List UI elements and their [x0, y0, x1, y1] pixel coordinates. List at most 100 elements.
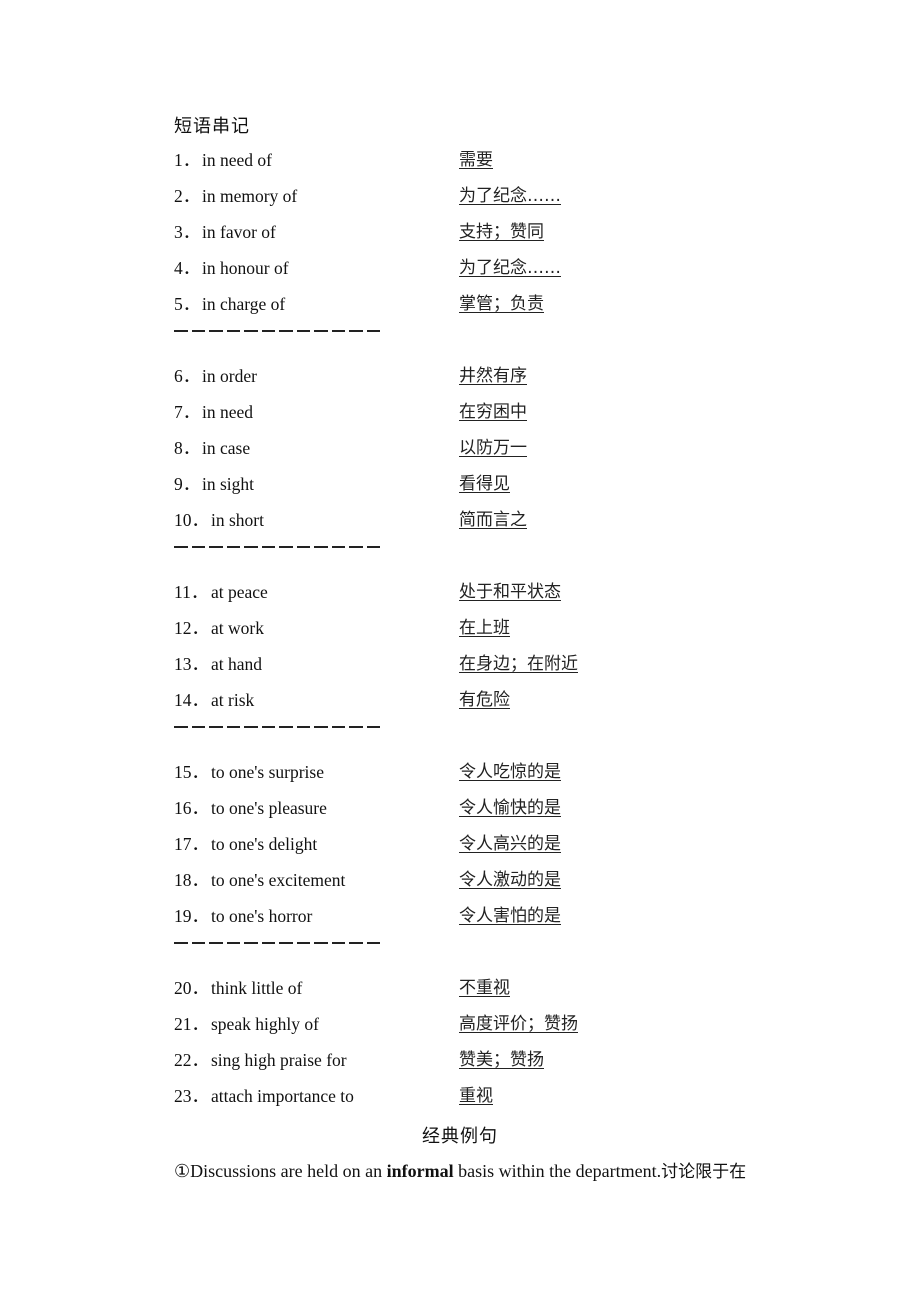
phrase-chinese-answer: 不重视 — [459, 978, 510, 998]
separator-dash — [314, 330, 328, 332]
phrase-row: 22． sing high praise for 赞美；赞扬 — [174, 1048, 774, 1072]
separator-dash — [366, 942, 380, 944]
phrase-row: 23． attach importance to 重视 — [174, 1084, 774, 1108]
separator-dash — [174, 330, 188, 332]
separator-dash — [191, 546, 205, 548]
phrase-number: 9． — [174, 474, 201, 494]
phrase-row: 8． in case 以防万一 — [174, 436, 774, 460]
phrase-english: in honour of — [202, 258, 289, 278]
separator-dash — [314, 942, 328, 944]
separator-dash — [314, 726, 328, 728]
phrase-row: 14． at risk 有危险 — [174, 688, 774, 712]
separator-dash — [331, 726, 345, 728]
phrase-row: 16． to one's pleasure 令人愉快的是 — [174, 796, 774, 820]
separator-dash — [244, 330, 258, 332]
group-separator — [174, 546, 380, 548]
phrase-chinese-answer: 高度评价；赞扬 — [459, 1014, 578, 1034]
phrase-number: 8． — [174, 438, 201, 458]
phrase-english: attach importance to — [211, 1086, 354, 1106]
separator-dash — [279, 546, 293, 548]
separator-dash — [296, 330, 310, 332]
phrase-number: 5． — [174, 294, 201, 314]
phrase-row: 6． in order 井然有序 — [174, 364, 774, 388]
phrase-chinese-answer: 以防万一 — [459, 438, 527, 458]
phrase-number: 16． — [174, 798, 209, 818]
separator-dash — [209, 546, 223, 548]
phrase-row: 18． to one's excitement 令人激动的是 — [174, 868, 774, 892]
phrase-chinese-answer: 井然有序 — [459, 366, 527, 386]
phrase-number: 19． — [174, 906, 209, 926]
separator-dash — [174, 942, 188, 944]
separator-dash — [366, 330, 380, 332]
phrase-chinese-answer: 令人吃惊的是 — [459, 762, 561, 782]
phrase-row: 2． in memory of 为了纪念…… — [174, 184, 774, 208]
phrase-row: 10． in short 简而言之 — [174, 508, 774, 532]
phrase-number: 12． — [174, 618, 209, 638]
phrase-english: in sight — [202, 474, 255, 494]
separator-dash — [314, 546, 328, 548]
example-keyword: informal — [386, 1161, 454, 1181]
phrase-row: 5． in charge of 掌管；负责 — [174, 292, 774, 316]
separator-dash — [174, 726, 188, 728]
phrase-number: 7． — [174, 402, 201, 422]
phrase-chinese-answer: 看得见 — [459, 474, 510, 494]
example-marker: ① — [174, 1161, 191, 1181]
section-heading: 短语串记 — [174, 116, 250, 137]
phrase-chinese-answer: 令人愉快的是 — [459, 798, 561, 818]
phrase-chinese-answer: 支持；赞同 — [459, 222, 544, 242]
separator-dash — [226, 942, 240, 944]
separator-dash — [226, 546, 240, 548]
phrase-english: sing high praise for — [211, 1050, 347, 1070]
separator-dash — [226, 726, 240, 728]
phrase-row: 15． to one's surprise 令人吃惊的是 — [174, 760, 774, 784]
phrase-chinese-answer: 令人害怕的是 — [459, 906, 561, 926]
phrase-chinese-answer: 重视 — [459, 1086, 493, 1106]
phrase-row: 13． at hand 在身边；在附近 — [174, 652, 774, 676]
phrase-english: in charge of — [202, 294, 286, 314]
separator-dash — [331, 546, 345, 548]
phrase-row: 21． speak highly of 高度评价；赞扬 — [174, 1012, 774, 1036]
phrase-number: 3． — [174, 222, 201, 242]
separator-dash — [366, 726, 380, 728]
phrase-row: 4． in honour of 为了纪念…… — [174, 256, 774, 280]
separator-dash — [349, 942, 363, 944]
separator-dash — [191, 942, 205, 944]
example-translation: 讨论限于在 — [661, 1162, 747, 1182]
group-separator — [174, 942, 380, 944]
phrase-english: at work — [211, 618, 264, 638]
separator-dash — [209, 330, 223, 332]
phrase-number: 21． — [174, 1014, 209, 1034]
phrase-row: 17． to one's delight 令人高兴的是 — [174, 832, 774, 856]
phrase-chinese-answer: 处于和平状态 — [459, 582, 561, 602]
phrase-number: 14． — [174, 690, 209, 710]
phrase-english: in need — [202, 402, 254, 422]
examples-heading: 经典例句 — [422, 1126, 498, 1147]
separator-dash — [261, 546, 275, 548]
separator-dash — [366, 546, 380, 548]
separator-dash — [279, 330, 293, 332]
phrase-chinese-answer: 有危险 — [459, 690, 510, 710]
separator-dash — [296, 942, 310, 944]
phrase-number: 6． — [174, 366, 201, 386]
phrase-english: in need of — [202, 150, 272, 170]
phrase-chinese-answer: 在身边；在附近 — [459, 654, 578, 674]
phrase-number: 18． — [174, 870, 209, 890]
separator-dash — [296, 546, 310, 548]
phrase-number: 15． — [174, 762, 209, 782]
phrase-chinese-answer: 简而言之 — [459, 510, 527, 530]
separator-dash — [244, 726, 258, 728]
separator-dash — [226, 330, 240, 332]
separator-dash — [244, 942, 258, 944]
phrase-english: at peace — [211, 582, 268, 602]
separator-dash — [331, 942, 345, 944]
phrase-number: 2． — [174, 186, 201, 206]
separator-dash — [349, 546, 363, 548]
phrase-english: to one's delight — [211, 834, 318, 854]
phrase-english: at risk — [211, 690, 255, 710]
phrase-chinese-answer: 掌管；负责 — [459, 294, 544, 314]
separator-dash — [331, 330, 345, 332]
phrase-english: speak highly of — [211, 1014, 319, 1034]
phrase-chinese-answer: 需要 — [459, 150, 493, 170]
phrase-chinese-answer: 在穷困中 — [459, 402, 527, 422]
phrase-chinese-answer: 为了纪念…… — [459, 186, 561, 206]
